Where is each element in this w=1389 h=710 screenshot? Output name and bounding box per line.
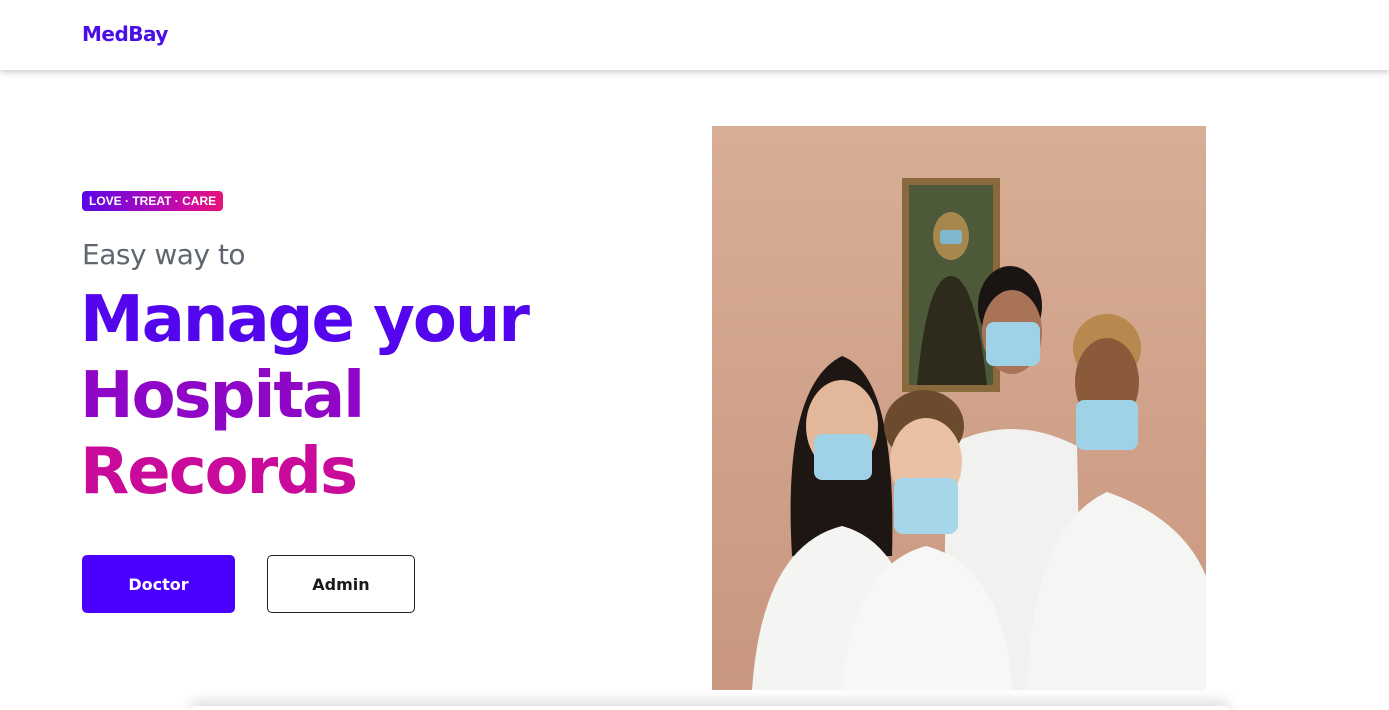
tagline-badge: LOVE · TREAT · CARE: [82, 191, 224, 211]
hero-subheading: Easy way to: [82, 238, 246, 271]
doctor-button[interactable]: Doctor: [82, 555, 235, 613]
brand-logo[interactable]: MedBay: [82, 22, 168, 46]
top-navbar: MedBay: [0, 0, 1389, 70]
admin-button[interactable]: Admin: [267, 555, 415, 613]
bottom-card-edge: [190, 706, 1230, 710]
headline-line-3: Records: [80, 435, 358, 509]
headline-line-1: Manage your: [80, 283, 530, 357]
hero-headline: Manage your Hospital Records: [80, 282, 640, 510]
hero-image: [712, 126, 1206, 690]
headline-line-2: Hospital: [80, 359, 365, 433]
